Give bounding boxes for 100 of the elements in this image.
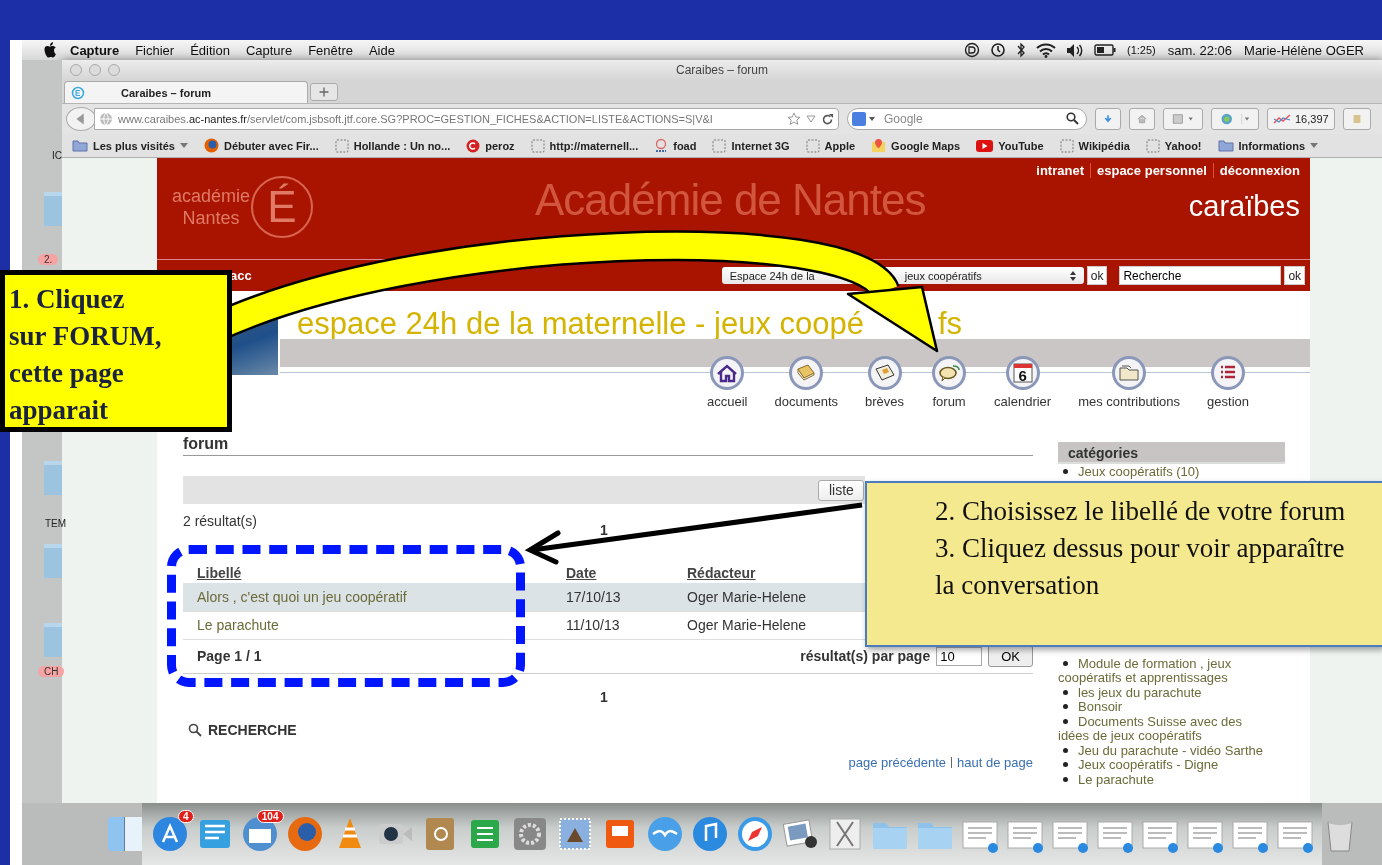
category-link[interactable]: Jeux coopératifs - Digne xyxy=(1058,758,1270,773)
site-brand: caraïbes xyxy=(1188,190,1300,223)
desktop-icon-label[interactable]: 2. xyxy=(38,254,59,265)
list-icon[interactable] xyxy=(1210,355,1247,391)
home-button[interactable] xyxy=(1129,108,1155,130)
table-row[interactable]: Alors , c'est quoi un jeu coopératif 17/10/13 Oger Marie-Helene xyxy=(183,583,865,611)
blank-page-icon xyxy=(805,138,820,153)
download-button[interactable] xyxy=(1095,108,1121,130)
notebook-button[interactable] xyxy=(1342,108,1371,130)
menu-item[interactable]: Capture xyxy=(237,42,301,58)
menu-clock[interactable]: sam. 22:06 xyxy=(1161,42,1239,58)
address-bar[interactable]: www.caraibes.ac-nantes.fr/servlet/com.jsbsoft.jtf.core.SG?PROC=GESTION_FICHES&ACTION=LISTE&ACTIONS=S|V&I xyxy=(94,108,839,130)
clock-icon[interactable] xyxy=(990,42,1006,58)
folders-icon[interactable] xyxy=(1111,355,1148,391)
dropdown-icon[interactable] xyxy=(806,115,816,123)
footer-link[interactable]: page précédente xyxy=(848,754,947,770)
book-icon[interactable] xyxy=(788,355,825,391)
battery-icon[interactable] xyxy=(1094,44,1116,56)
column-header[interactable]: Rédacteur xyxy=(687,565,756,581)
category-link[interactable]: Le parachute xyxy=(1058,772,1270,787)
nav-item[interactable]: forum xyxy=(931,355,968,409)
bookmark-item[interactable]: Google Maps xyxy=(871,138,961,153)
result-count: 2 résultat(s) xyxy=(183,513,257,529)
menu-item[interactable]: Fichier xyxy=(127,42,183,58)
speaker-icon[interactable] xyxy=(1066,42,1084,58)
search-link[interactable]: RECHERCHE xyxy=(183,720,303,739)
topic-link[interactable]: Alors , c'est quoi un jeu coopératif xyxy=(197,588,407,605)
apple-logo-icon[interactable] xyxy=(44,42,58,58)
list-button[interactable]: liste xyxy=(818,479,864,501)
globe-icon xyxy=(99,112,113,126)
nav-item[interactable]: brèves xyxy=(865,355,905,409)
ok-button[interactable]: ok xyxy=(1086,266,1108,285)
bookmark-item[interactable]: Internet 3G xyxy=(712,138,790,153)
category-link[interactable]: Bonsoir xyxy=(1058,700,1270,715)
bookmark-item[interactable]: Apple xyxy=(805,138,856,153)
column-header[interactable]: Date xyxy=(566,565,597,581)
category-link[interactable]: les jeux du parachute xyxy=(1058,685,1270,700)
bookmark-item[interactable]: Les plus visités xyxy=(72,139,188,152)
reload-icon[interactable] xyxy=(821,112,834,126)
header-link[interactable]: intranet xyxy=(1030,163,1090,178)
nav-item[interactable]: gestion xyxy=(1207,355,1249,409)
chat-icon[interactable] xyxy=(931,355,968,391)
search-icon[interactable] xyxy=(1066,112,1079,125)
header-link[interactable]: déconnexion xyxy=(1212,163,1300,178)
logo-text: académie Nantes xyxy=(173,185,249,229)
home-icon[interactable] xyxy=(709,355,746,391)
bookmark-item[interactable]: Informations xyxy=(1217,139,1319,152)
new-tab-icon[interactable] xyxy=(310,83,338,101)
search-field[interactable]: Google xyxy=(847,108,1087,130)
star-icon[interactable] xyxy=(787,112,801,126)
blank-page-icon xyxy=(530,138,545,153)
folder-icon xyxy=(1217,139,1234,152)
category-link[interactable]: Jeux coopératifs (10) xyxy=(1058,465,1270,480)
menu-item[interactable]: Fenêtre xyxy=(300,42,361,58)
nav-item[interactable]: accueil xyxy=(707,355,748,409)
bookmark-item[interactable]: Débuter avec Fir... xyxy=(203,138,319,153)
back-button[interactable] xyxy=(66,107,96,131)
bookmark-item[interactable]: foad xyxy=(654,138,697,153)
header-link[interactable]: espace personnel xyxy=(1090,163,1213,178)
page-number[interactable]: 1 xyxy=(600,688,608,705)
table-row[interactable]: Le parachute 11/10/13 Oger Marie-Helene xyxy=(183,611,865,639)
status-icon[interactable] xyxy=(964,42,980,58)
logo-icon xyxy=(654,138,669,153)
bookmarks-button[interactable] xyxy=(1163,108,1203,130)
menu-item[interactable]: Édition xyxy=(182,42,238,58)
folder-icon xyxy=(72,139,88,152)
space-title: espace 24h de la maternelle - jeux coopé fs xyxy=(296,308,964,339)
category-link[interactable]: Documents Suisse avec des idées de jeux coopératifs xyxy=(1058,714,1270,744)
category-link[interactable]: Jeu du parachute - vidéo Sarthe xyxy=(1058,743,1270,758)
wifi-icon[interactable] xyxy=(1036,42,1056,58)
bookmark-item[interactable]: Yahoo! xyxy=(1145,138,1202,153)
topic-link[interactable]: Le parachute xyxy=(197,617,279,633)
nav-item[interactable]: documents xyxy=(774,355,839,409)
browser-tab[interactable]: Caraibes – forum xyxy=(64,81,308,103)
bookmark-item[interactable]: Hollande : Un no... xyxy=(334,138,451,153)
ok-button[interactable]: ok xyxy=(1284,266,1306,285)
search-field[interactable]: Recherche xyxy=(1119,266,1282,285)
bluetooth-icon[interactable] xyxy=(1016,42,1026,58)
desktop-icon-label[interactable]: IC xyxy=(52,150,62,161)
column-header[interactable]: Libellé xyxy=(197,565,242,581)
bookmark-item[interactable]: YouTube xyxy=(976,139,1044,152)
desktop-icon-label[interactable]: TEM xyxy=(45,518,67,529)
bookmark-item[interactable]: Wikipédia xyxy=(1059,138,1130,153)
user-name[interactable]: Marie-Hélène OGER xyxy=(1238,42,1382,58)
nav-item[interactable]: 6 calendrier xyxy=(994,355,1052,409)
nav-item[interactable]: mes contributions xyxy=(1078,355,1181,409)
page-number[interactable]: 1 xyxy=(600,522,608,538)
menu-item[interactable]: Capture xyxy=(58,42,128,58)
bookmark-item[interactable]: peroz xyxy=(466,138,515,153)
calendar-icon[interactable]: 6 xyxy=(1004,355,1041,391)
menu-item[interactable]: Aide xyxy=(360,42,403,58)
addon-button[interactable] xyxy=(1211,108,1259,130)
footer-link[interactable]: haut de page xyxy=(957,754,1033,770)
counter-button[interactable]: 16,397 xyxy=(1267,108,1335,130)
ok-button[interactable]: OK xyxy=(988,645,1033,667)
search-engine-icon[interactable] xyxy=(851,111,877,127)
blank-page-icon xyxy=(1145,138,1160,153)
desktop-icon-label[interactable]: CH xyxy=(38,666,65,677)
bookmark-item[interactable]: http://maternell... xyxy=(530,138,639,153)
news-icon[interactable] xyxy=(866,355,903,391)
